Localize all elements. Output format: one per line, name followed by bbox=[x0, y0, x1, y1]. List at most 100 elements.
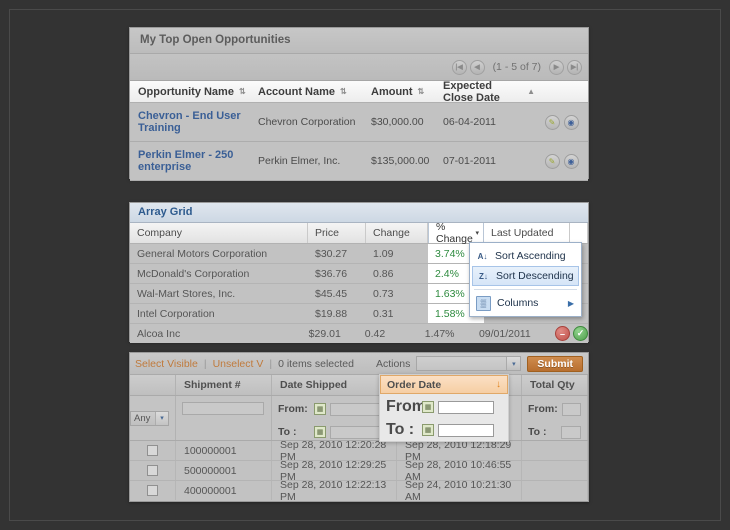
date-shipped-cell: Sep 28, 2010 12:20:28 PM bbox=[272, 441, 397, 460]
account-name-cell: Chevron Corporation bbox=[250, 116, 363, 128]
actions-select[interactable]: ▾ bbox=[416, 356, 521, 371]
column-label: Opportunity Name bbox=[138, 86, 234, 98]
menu-item-columns[interactable]: ▒ Columns ▶ bbox=[472, 293, 579, 313]
select-visible-link[interactable]: Select Visible bbox=[135, 358, 198, 370]
column-header-opportunity-name[interactable]: Opportunity Name ⇅ bbox=[130, 86, 250, 98]
column-context-menu[interactable]: A↓ Sort Ascending Z↓ Sort Descending ▒ C… bbox=[469, 242, 582, 317]
sort-toggle-icon[interactable]: ⇅ bbox=[418, 88, 425, 96]
column-header-company[interactable]: Company bbox=[130, 223, 308, 243]
order-date-cell: Sep 28, 2010 10:46:55 AM bbox=[397, 461, 522, 480]
sort-toggle-icon[interactable]: ⇅ bbox=[239, 88, 246, 96]
chevron-down-icon[interactable]: ▾ bbox=[506, 357, 520, 370]
view-eye-icon[interactable]: ◉ bbox=[564, 115, 579, 130]
opportunity-name-link[interactable]: Perkin Elmer - 250 enterprise bbox=[138, 149, 233, 173]
company-cell: Alcoa Inc bbox=[130, 324, 302, 343]
array-grid-panel: Array Grid Company Price Change % Change… bbox=[129, 202, 589, 342]
date-shipped-cell: Sep 28, 2010 12:29:25 PM bbox=[272, 461, 397, 480]
accept-check-icon[interactable]: ✓ bbox=[573, 326, 588, 341]
submenu-arrow-icon: ▶ bbox=[568, 299, 574, 308]
dragged-column-header[interactable]: Order Date ↓ bbox=[380, 375, 508, 394]
table-row[interactable]: Perkin Elmer - 250 enterprise Perkin Elm… bbox=[130, 142, 588, 181]
opportunities-panel-title: My Top Open Opportunities bbox=[130, 28, 588, 54]
column-header-select bbox=[130, 375, 176, 395]
chevron-down-icon[interactable]: ▾ bbox=[155, 412, 168, 425]
price-cell: $29.01 bbox=[302, 324, 358, 343]
match-mode-value: Any bbox=[134, 413, 150, 424]
ghost-to-input[interactable] bbox=[438, 424, 494, 437]
ghost-from-input[interactable] bbox=[438, 401, 494, 414]
chevron-down-icon[interactable]: ▾ bbox=[475, 229, 479, 237]
column-header-price[interactable]: Price bbox=[308, 223, 366, 243]
order-date-cell: Sep 24, 2010 10:21:30 AM bbox=[397, 481, 522, 500]
calendar-icon[interactable]: ▦ bbox=[422, 424, 434, 436]
reject-icon[interactable]: – bbox=[555, 326, 570, 341]
price-cell: $45.45 bbox=[308, 284, 366, 303]
from-label: From: bbox=[386, 398, 418, 416]
shipment-number-filter-input[interactable] bbox=[182, 402, 264, 415]
opportunities-panel: My Top Open Opportunities |◀ ◀ (1 - 5 of… bbox=[129, 27, 589, 179]
table-row[interactable]: 400000001 Sep 28, 2010 12:22:13 PM Sep 2… bbox=[130, 481, 588, 500]
menu-item-label: Sort Descending bbox=[496, 270, 574, 282]
column-header-pct-change[interactable]: % Change ▾ bbox=[428, 223, 484, 243]
close-date-cell: 06-04-2011 bbox=[435, 116, 535, 128]
sort-toggle-icon[interactable]: ⇅ bbox=[340, 88, 347, 96]
menu-item-sort-descending[interactable]: Z↓ Sort Descending bbox=[472, 266, 579, 286]
last-page-button[interactable]: ▶| bbox=[567, 60, 582, 75]
row-checkbox[interactable] bbox=[147, 485, 158, 496]
column-header-amount[interactable]: Amount ⇅ bbox=[363, 86, 435, 98]
menu-item-sort-ascending[interactable]: A↓ Sort Ascending bbox=[472, 246, 579, 266]
table-row[interactable]: Chevron - End User Training Chevron Corp… bbox=[130, 103, 588, 142]
prev-page-button[interactable]: ◀ bbox=[470, 60, 485, 75]
company-cell: Intel Corporation bbox=[130, 304, 308, 323]
view-eye-icon[interactable]: ◉ bbox=[564, 154, 579, 169]
sort-ascending-icon[interactable]: ▲ bbox=[527, 88, 535, 96]
column-header-account-name[interactable]: Account Name ⇅ bbox=[250, 86, 363, 98]
edit-pencil-icon[interactable]: ✎ bbox=[545, 115, 560, 130]
row-checkbox[interactable] bbox=[147, 465, 158, 476]
table-row[interactable]: Alcoa Inc $29.01 0.42 1.47% 09/01/2011 –… bbox=[130, 324, 588, 343]
shipment-number-cell: 500000001 bbox=[176, 461, 272, 480]
date-shipped-from-input[interactable] bbox=[330, 403, 382, 416]
calendar-icon[interactable]: ▦ bbox=[314, 426, 326, 438]
column-header-change[interactable]: Change bbox=[366, 223, 428, 243]
column-label: Expected Close Date bbox=[443, 80, 522, 104]
total-qty-to-input[interactable] bbox=[561, 426, 581, 439]
next-page-button[interactable]: ▶ bbox=[549, 60, 564, 75]
opportunities-toolbar: |◀ ◀ (1 - 5 of 7) ▶ ▶| bbox=[130, 54, 588, 81]
column-header-total-qty[interactable]: Total Qty bbox=[522, 375, 588, 395]
column-header-grid-actions bbox=[570, 223, 588, 243]
change-cell: 0.73 bbox=[366, 284, 428, 303]
total-qty-from-input[interactable] bbox=[562, 403, 581, 416]
column-header-expected-close-date[interactable]: Expected Close Date ▲ bbox=[435, 80, 535, 104]
pagination-controls: |◀ ◀ (1 - 5 of 7) ▶ ▶| bbox=[452, 60, 582, 75]
change-cell: 0.86 bbox=[366, 264, 428, 283]
price-cell: $19.88 bbox=[308, 304, 366, 323]
date-shipped-to-input[interactable] bbox=[330, 426, 382, 439]
match-mode-select[interactable]: Any ▾ bbox=[130, 411, 169, 426]
shipment-number-cell: 400000001 bbox=[176, 481, 272, 500]
calendar-icon[interactable]: ▦ bbox=[422, 401, 434, 413]
row-checkbox[interactable] bbox=[147, 445, 158, 456]
opportunity-name-link[interactable]: Chevron - End User Training bbox=[138, 110, 241, 134]
dragged-column-ghost[interactable]: Order Date ↓ From: ▦ To : ▦ bbox=[379, 374, 509, 442]
pct-change-cell: 1.47% bbox=[418, 324, 472, 343]
company-cell: General Motors Corporation bbox=[130, 244, 308, 263]
close-date-cell: 07-01-2011 bbox=[435, 155, 535, 167]
column-label: Account Name bbox=[258, 86, 335, 98]
total-qty-from-filter: From: bbox=[528, 400, 581, 418]
column-header-last-updated[interactable]: Last Updated bbox=[484, 223, 570, 243]
edit-pencil-icon[interactable]: ✎ bbox=[545, 154, 560, 169]
submit-button[interactable]: Submit bbox=[527, 356, 583, 372]
first-page-button[interactable]: |◀ bbox=[452, 60, 467, 75]
column-header-shipment-number[interactable]: Shipment # bbox=[176, 375, 272, 395]
calendar-icon[interactable]: ▦ bbox=[314, 403, 326, 415]
toolbar-divider: | bbox=[269, 358, 272, 370]
shipments-toolbar: Select Visible | Unselect V | 0 items se… bbox=[130, 353, 588, 375]
menu-item-label: Columns bbox=[497, 297, 538, 309]
ghost-from-filter: From: ▦ bbox=[386, 398, 502, 416]
company-cell: Wal-Mart Stores, Inc. bbox=[130, 284, 308, 303]
unselect-visible-link[interactable]: Unselect V bbox=[213, 358, 264, 370]
to-label: To : bbox=[278, 426, 310, 438]
account-name-cell: Perkin Elmer, Inc. bbox=[250, 155, 363, 167]
total-qty-cell bbox=[522, 481, 588, 500]
